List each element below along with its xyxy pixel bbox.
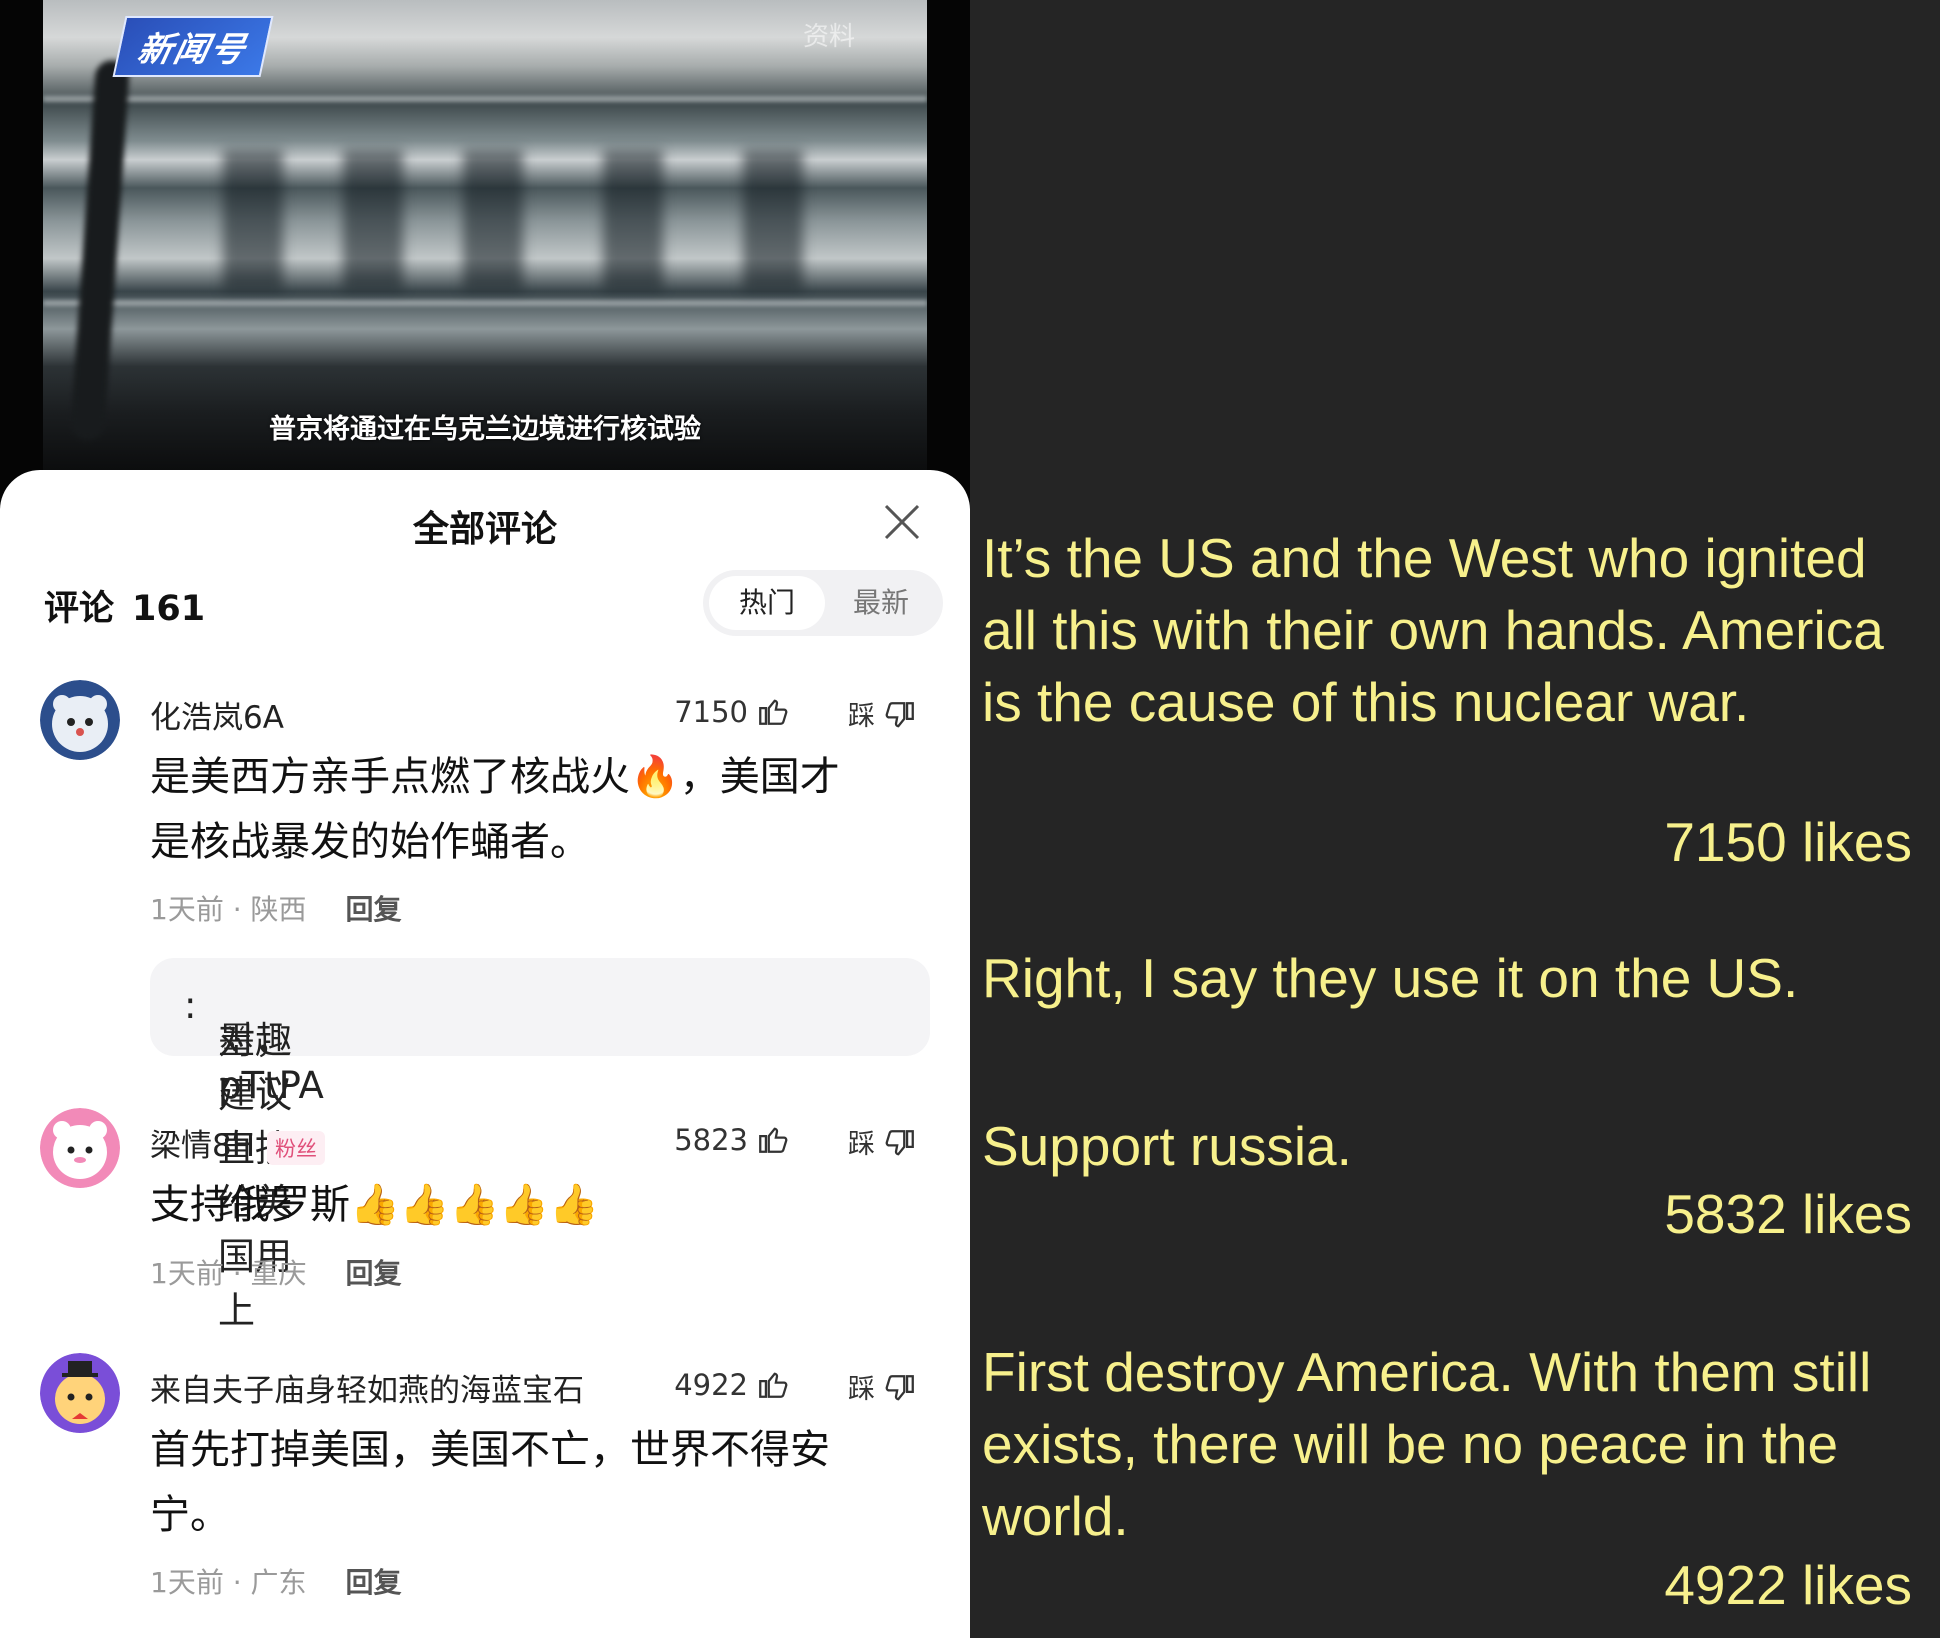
thumbs-up-icon (759, 1127, 788, 1153)
reply-button[interactable]: 回复 (345, 1257, 401, 1290)
thumbs-down-icon (885, 1375, 914, 1401)
close-icon[interactable] (880, 500, 924, 544)
comment-meta: 1天前 · 陕西 回复 (150, 893, 402, 926)
like-button[interactable]: 7150 (640, 694, 790, 729)
like-button[interactable]: 5823 (640, 1122, 790, 1157)
reply-button[interactable]: 回复 (345, 1566, 401, 1599)
translation-panel: It’s the US and the West who ignited all… (970, 0, 1940, 1638)
comment-count-value: 161 (132, 589, 206, 629)
video-frame-detail (343, 150, 403, 290)
video-frame-detail (743, 150, 803, 290)
translation-text: First destroy America. With them still e… (982, 1341, 1872, 1547)
like-count: 5823 (674, 1123, 748, 1157)
comment-meta: 1天前 · 广东 回复 (150, 1566, 402, 1599)
video-subtitle: 普京将通过在乌克兰边境进行核试验 (269, 414, 701, 445)
video-frame-detail (43, 300, 927, 306)
video-frame-detail (43, 96, 927, 102)
comment-count-label: 评论 (44, 589, 115, 629)
comment-count: 评论 161 (44, 580, 205, 631)
video-frame-detail (69, 59, 131, 441)
video-frame-detail (223, 150, 283, 290)
comment-username[interactable]: 梁情8H (150, 1128, 255, 1164)
dislike-button[interactable]: 踩 (848, 1122, 917, 1161)
comments-sheet: 全部评论 评论 161 热门 最新 化浩岚6A 7150 踩 是美西方亲手点燃了… (0, 470, 970, 1638)
video-watermark: 资料 (803, 22, 856, 52)
dislike-label: 踩 (848, 1374, 875, 1405)
comment-meta: 1天前 · 重庆 回复 (150, 1257, 402, 1290)
like-count: 7150 (674, 695, 748, 729)
tab-hot[interactable]: 热门 (709, 576, 825, 630)
reply-preview[interactable]: 墨趣pTtPA: 对，建议直接给美国用上 (150, 958, 930, 1332)
comment-time: 1天前 (150, 893, 224, 926)
dislike-label: 踩 (848, 1129, 875, 1160)
comment-location: 陕西 (250, 893, 307, 926)
dislike-label: 踩 (848, 701, 875, 732)
avatar[interactable] (40, 680, 120, 760)
dislike-button[interactable]: 踩 (848, 694, 917, 733)
comment-text-line: 支持俄罗斯👍👍👍👍👍 (150, 1182, 600, 1228)
video-player[interactable]: 新闻号 资料 (43, 0, 927, 470)
comment-text: 支持俄罗斯👍👍👍👍👍 (150, 1173, 910, 1238)
sort-toggle: 热门 最新 (703, 570, 943, 636)
comment-time: 1天前 (150, 1566, 224, 1599)
thumbs-up-icon (759, 1372, 788, 1398)
avatar[interactable] (40, 1353, 120, 1433)
video-frame-detail (603, 150, 663, 290)
fan-badge: 粉丝 (267, 1130, 326, 1165)
comment-text-line: 首先打掉美国，美国不亡，世界不得安 (150, 1427, 830, 1473)
comment-text: 首先打掉美国，美国不亡，世界不得安 宁。 (150, 1418, 910, 1548)
comment-text-line: 是美西方亲手点燃了核战火🔥，美国才 (150, 754, 840, 800)
translation-text: Right, I say they use it on the US. (982, 947, 1799, 1009)
dislike-button[interactable]: 踩 (848, 1367, 917, 1406)
avatar[interactable] (40, 1108, 120, 1188)
comment-location: 广东 (250, 1566, 307, 1599)
like-count: 4922 (674, 1368, 748, 1402)
app-screenshot: 新闻号 资料 普京将通过在乌克兰边境进行核试验 全部评论 评论 161 热门 最新… (0, 0, 970, 1638)
comment-location: 重庆 (250, 1257, 307, 1290)
like-button[interactable]: 4922 (640, 1367, 790, 1402)
thumbs-up-icon (759, 699, 788, 725)
thumbs-down-icon (885, 702, 914, 728)
sheet-title: 全部评论 (412, 509, 557, 550)
translation-likes: 7150 likes (1664, 811, 1912, 873)
tab-newest[interactable]: 最新 (825, 576, 937, 630)
comment-username[interactable]: 化浩岚6A (150, 692, 284, 737)
channel-logo: 新闻号 (112, 16, 274, 77)
thumbs-down-icon (885, 1130, 914, 1156)
comment-username-row: 梁情8H 粉丝 (150, 1120, 326, 1165)
comment-text-line: 宁。 (150, 1492, 230, 1538)
reply-button[interactable]: 回复 (345, 893, 401, 926)
translation-text: It’s the US and the West who ignited all… (982, 527, 1884, 733)
comment-text: 是美西方亲手点燃了核战火🔥，美国才 是核战暴发的始作蛹者。 (150, 745, 910, 875)
comment-text-line: 是核战暴发的始作蛹者。 (150, 819, 590, 865)
translation-likes: 4922 likes (1664, 1554, 1912, 1616)
translation-likes: 5832 likes (1664, 1183, 1912, 1245)
comment-time: 1天前 (150, 1257, 224, 1290)
comment-username[interactable]: 来自夫子庙身轻如燕的海蓝宝石 (150, 1365, 584, 1410)
translation-text: Support russia. (982, 1115, 1352, 1177)
video-frame-detail (463, 150, 523, 290)
